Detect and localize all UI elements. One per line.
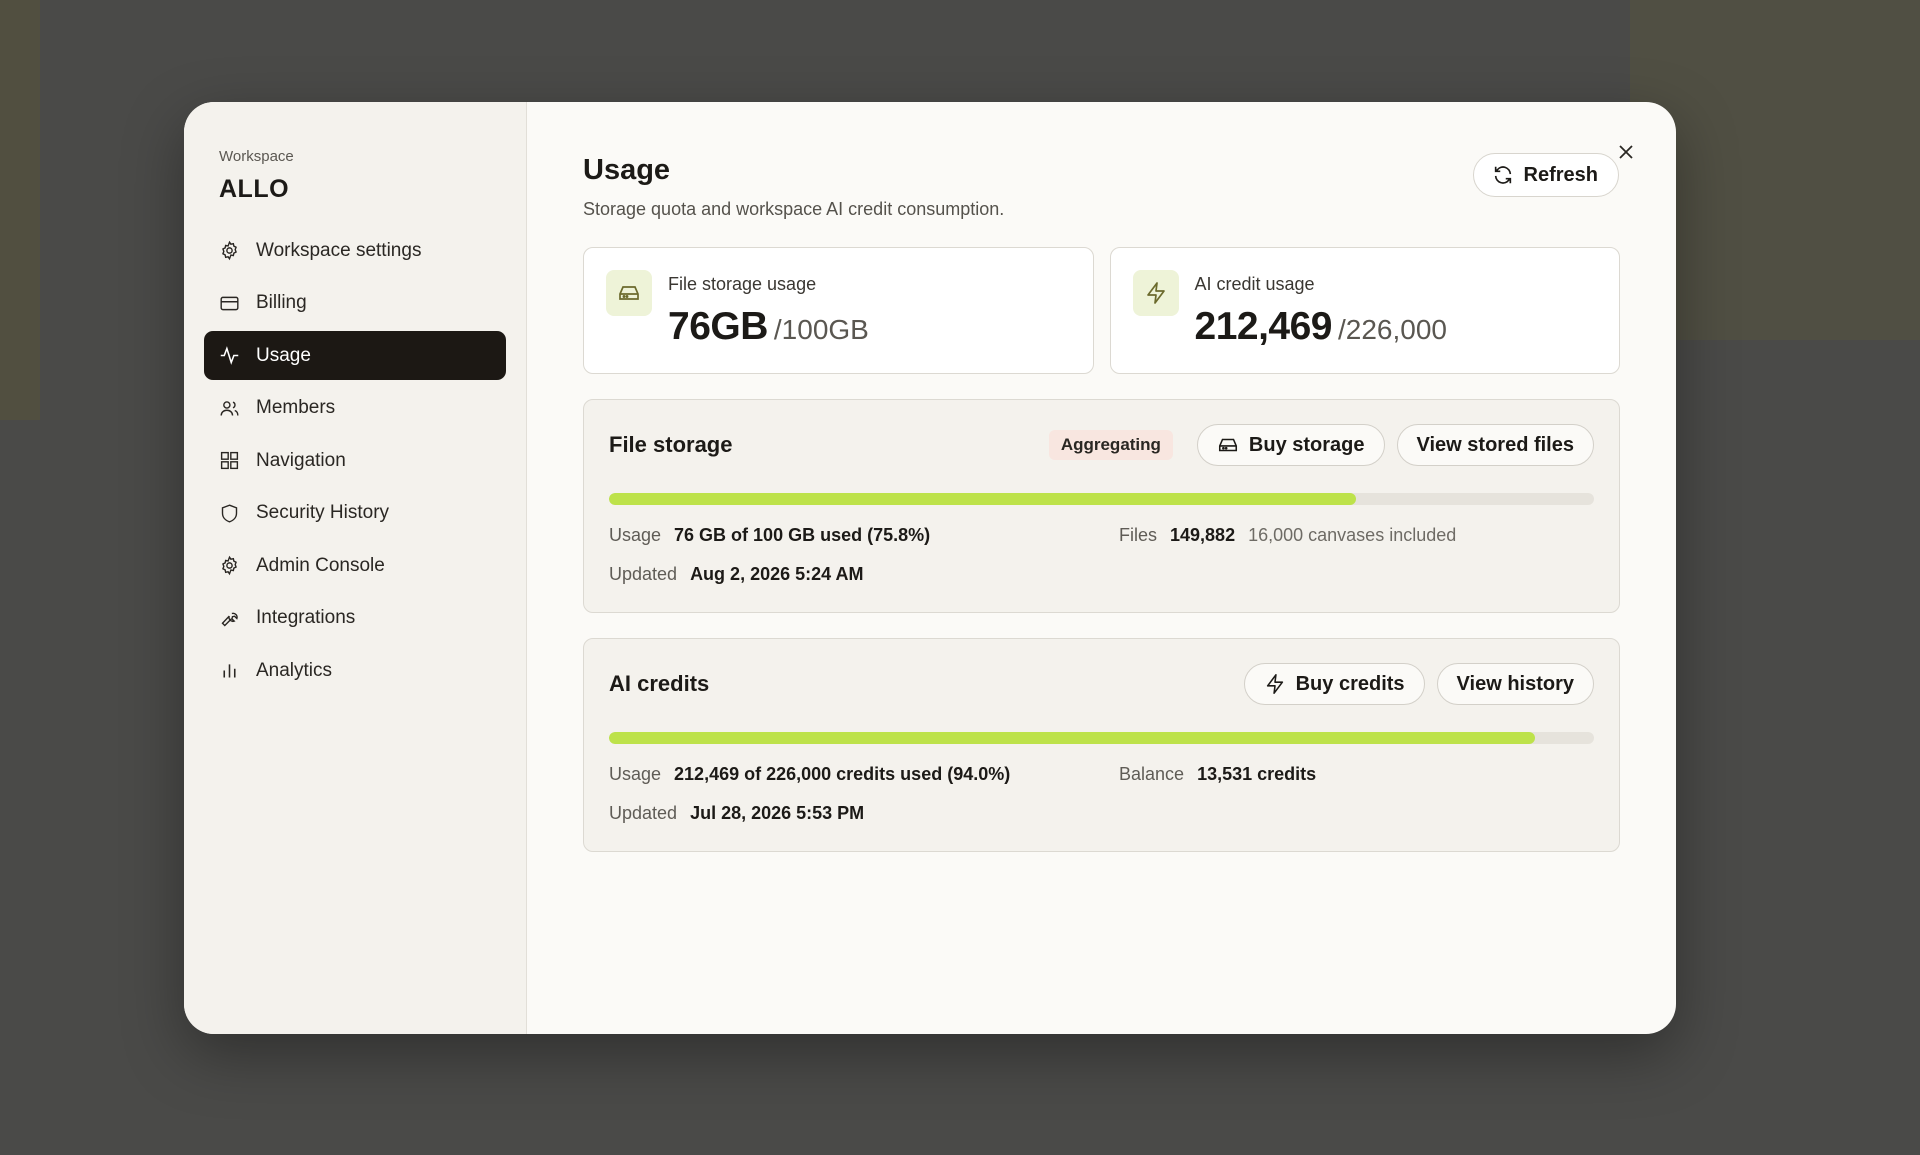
sidebar-item-label: Integrations bbox=[256, 607, 356, 628]
balance-value: 13,531 credits bbox=[1197, 764, 1317, 784]
gear-icon bbox=[222, 555, 237, 576]
sidebar-item-label: Workspace settings bbox=[256, 239, 422, 261]
workspace-name: ALLO bbox=[219, 175, 290, 203]
section-title: AI credits bbox=[609, 671, 710, 696]
credits-progress-bar bbox=[609, 732, 1594, 744]
wrench-icon bbox=[221, 612, 238, 626]
sidebar-item-integrations[interactable]: Integrations bbox=[204, 594, 506, 643]
usage-label: Usage bbox=[609, 764, 662, 784]
workspace-settings-modal: Workspace ALLO Workspace settings Billin… bbox=[184, 102, 1676, 1034]
sidebar-item-admin-console[interactable]: Admin Console bbox=[204, 541, 506, 590]
sidebar-item-billing[interactable]: Billing bbox=[204, 279, 506, 328]
sidebar-item-label: Members bbox=[256, 397, 336, 418]
sidebar-item-usage[interactable]: Usage bbox=[204, 331, 506, 380]
buy-storage-button[interactable]: Buy storage bbox=[1196, 424, 1385, 466]
sidebar-item-label: Billing bbox=[256, 292, 307, 313]
updated-value: Aug 2, 2026 5:24 AM bbox=[690, 564, 864, 584]
file-storage-section: File storage Aggregating Buy storage Vie… bbox=[583, 399, 1620, 613]
stat-label: AI credit usage bbox=[1194, 274, 1315, 294]
sidebar-item-label: Navigation bbox=[256, 449, 346, 471]
storage-progress-bar bbox=[609, 493, 1594, 505]
sidebar-item-label: Security History bbox=[256, 502, 390, 523]
sidebar-item-label: Usage bbox=[256, 344, 311, 366]
ai-credits-section: AI credits Buy credits View history Usag… bbox=[583, 638, 1620, 852]
settings-sidebar: Workspace ALLO Workspace settings Billin… bbox=[184, 102, 527, 1034]
stat-limit: /100GB bbox=[773, 314, 869, 345]
stat-value: 76GB bbox=[668, 305, 768, 348]
balance-label: Balance bbox=[1119, 764, 1185, 784]
close-button[interactable] bbox=[1614, 140, 1638, 164]
buy-credits-button[interactable]: Buy credits bbox=[1243, 663, 1425, 705]
lightning-icon bbox=[1266, 674, 1283, 694]
lightning-icon bbox=[1132, 270, 1179, 316]
sidebar-item-label: Analytics bbox=[256, 659, 333, 681]
file-storage-stat-card: File storage usage 76GB /100GB bbox=[583, 247, 1094, 374]
files-value: 149,882 bbox=[1170, 525, 1236, 545]
hard-drive-icon bbox=[606, 270, 652, 316]
ai-credit-stat-card: AI credit usage 212,469 /226,000 bbox=[1109, 247, 1620, 374]
sidebar-item-members[interactable]: Members bbox=[204, 384, 506, 433]
grid-icon bbox=[220, 451, 239, 470]
activity-icon bbox=[220, 346, 239, 365]
users-icon bbox=[220, 400, 239, 416]
close-icon bbox=[1619, 145, 1633, 159]
button-label: Buy storage bbox=[1248, 433, 1365, 456]
section-title: File storage bbox=[609, 432, 733, 457]
usage-panel: Usage Storage quota and workspace AI cre… bbox=[527, 102, 1676, 1034]
refresh-label: Refresh bbox=[1523, 163, 1598, 186]
updated-label: Updated bbox=[609, 564, 678, 584]
workspace-caption: Workspace bbox=[219, 148, 294, 165]
usage-value: 76 GB of 100 GB used (75.8%) bbox=[674, 525, 931, 545]
page-subtitle: Storage quota and workspace AI credit co… bbox=[583, 199, 1005, 219]
stat-limit: /226,000 bbox=[1337, 314, 1447, 345]
updated-value: Jul 28, 2026 5:53 PM bbox=[690, 803, 865, 823]
sidebar-item-navigation[interactable]: Navigation bbox=[204, 436, 506, 485]
bar-chart-icon bbox=[223, 664, 236, 678]
sidebar-item-analytics[interactable]: Analytics bbox=[204, 646, 506, 695]
view-history-button[interactable]: View history bbox=[1436, 663, 1594, 705]
usage-value: 212,469 of 226,000 credits used (94.0%) bbox=[674, 764, 1011, 784]
status-badge: Aggregating bbox=[1048, 430, 1173, 460]
sidebar-item-label: Admin Console bbox=[256, 554, 385, 576]
updated-label: Updated bbox=[609, 803, 678, 823]
files-extra: 16,000 canvases included bbox=[1248, 525, 1457, 545]
storage-progress-fill bbox=[609, 493, 1356, 505]
sidebar-item-security-history[interactable]: Security History bbox=[204, 489, 506, 538]
button-label: View history bbox=[1456, 672, 1574, 695]
stat-value: 212,469 bbox=[1194, 305, 1333, 348]
refresh-icon bbox=[1494, 166, 1511, 184]
card-icon bbox=[220, 296, 239, 310]
button-label: View stored files bbox=[1416, 433, 1574, 456]
backdrop-panel-left bbox=[0, 0, 40, 420]
usage-summary-cards: File storage usage 76GB /100GB AI credit… bbox=[583, 247, 1620, 374]
button-label: Buy credits bbox=[1295, 672, 1405, 695]
view-stored-files-button[interactable]: View stored files bbox=[1396, 424, 1594, 466]
gear-icon bbox=[222, 240, 237, 261]
credits-progress-fill bbox=[609, 732, 1535, 744]
stat-label: File storage usage bbox=[668, 274, 817, 294]
shield-icon bbox=[221, 503, 238, 523]
sidebar-item-workspace-settings[interactable]: Workspace settings bbox=[204, 226, 506, 275]
hard-drive-icon bbox=[1218, 438, 1237, 452]
files-label: Files bbox=[1119, 525, 1158, 545]
page-title: Usage bbox=[583, 154, 671, 186]
usage-label: Usage bbox=[609, 525, 662, 545]
refresh-button[interactable]: Refresh bbox=[1472, 153, 1619, 197]
